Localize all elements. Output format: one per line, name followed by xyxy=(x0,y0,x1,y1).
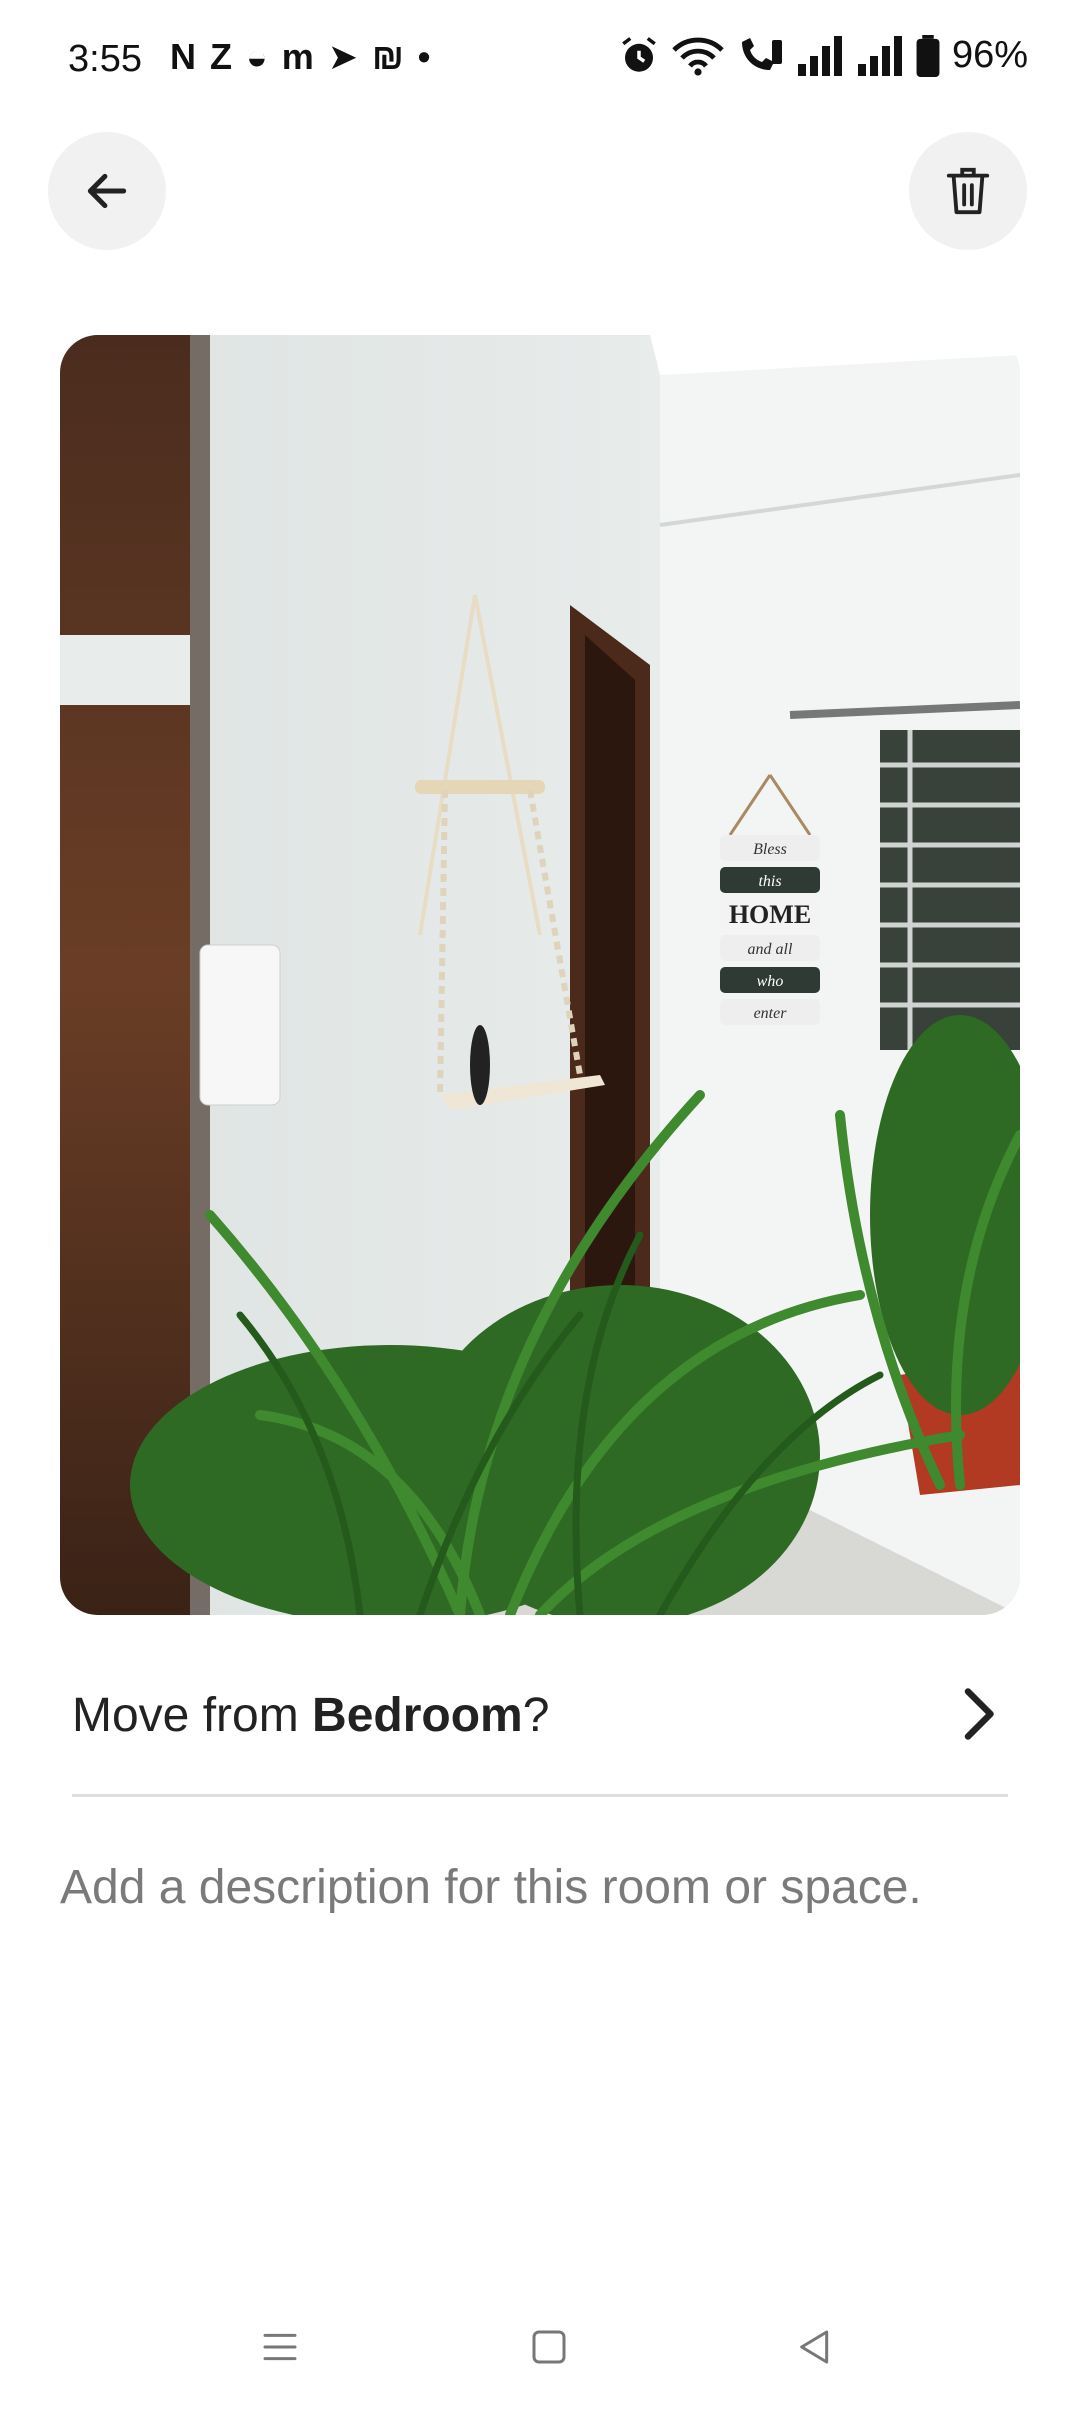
navigation-bar xyxy=(0,2282,1080,2412)
battery-percent: 96% xyxy=(951,34,1028,76)
room-photo[interactable]: Bless this HOME and all who enter xyxy=(60,335,1020,1615)
trash-icon xyxy=(946,167,990,215)
sign-line: enter xyxy=(754,1005,788,1022)
recent-apps-button[interactable] xyxy=(245,2312,315,2382)
wifi-icon xyxy=(672,37,724,76)
battery-icon xyxy=(916,34,940,77)
move-prefix: Move from xyxy=(72,1689,313,1742)
signal-icon xyxy=(797,35,842,76)
move-suffix: ? xyxy=(522,1689,550,1742)
alarm-icon xyxy=(622,36,656,72)
back-button[interactable] xyxy=(48,132,166,250)
notification-icon: ◒ xyxy=(246,36,268,77)
notification-icon: ➤ xyxy=(327,36,358,77)
sign-line: who xyxy=(757,973,784,990)
sign-line: HOME xyxy=(729,900,811,929)
notification-icon: Z xyxy=(210,36,232,77)
volte-call-icon xyxy=(741,37,782,70)
move-room-row[interactable]: Move from Bedroom? xyxy=(72,1660,1008,1797)
home-button[interactable] xyxy=(514,2312,584,2382)
room-photo-image: Bless this HOME and all who enter xyxy=(60,335,1020,1615)
arrow-left-icon xyxy=(87,173,127,209)
square-icon xyxy=(532,2330,566,2364)
notification-icons: N Z ◒ m ➤ ₪ • xyxy=(170,36,430,78)
triangle-back-icon xyxy=(800,2330,829,2364)
notification-icon: ₪ xyxy=(371,36,404,77)
delete-button[interactable] xyxy=(909,132,1027,250)
move-room-label: Move from Bedroom? xyxy=(72,1688,549,1743)
sign-line: this xyxy=(758,873,781,890)
notification-icon: m xyxy=(281,36,314,77)
sign-line: and all xyxy=(748,941,793,958)
notification-icon: • xyxy=(417,36,431,77)
status-time: 3:55 xyxy=(68,38,142,80)
current-room: Bedroom xyxy=(312,1689,523,1742)
notification-icon: N xyxy=(170,36,196,77)
status-bar: 3:55 N Z ◒ m ➤ ₪ • 96% xyxy=(0,0,1080,120)
system-back-button[interactable] xyxy=(780,2312,850,2382)
system-icons: 96% xyxy=(618,34,1028,77)
description-input[interactable] xyxy=(60,1860,1020,1915)
sign-line: Bless xyxy=(753,841,787,858)
chevron-right-icon xyxy=(964,1688,994,1740)
signal-icon xyxy=(857,35,902,76)
menu-icon xyxy=(263,2333,297,2361)
